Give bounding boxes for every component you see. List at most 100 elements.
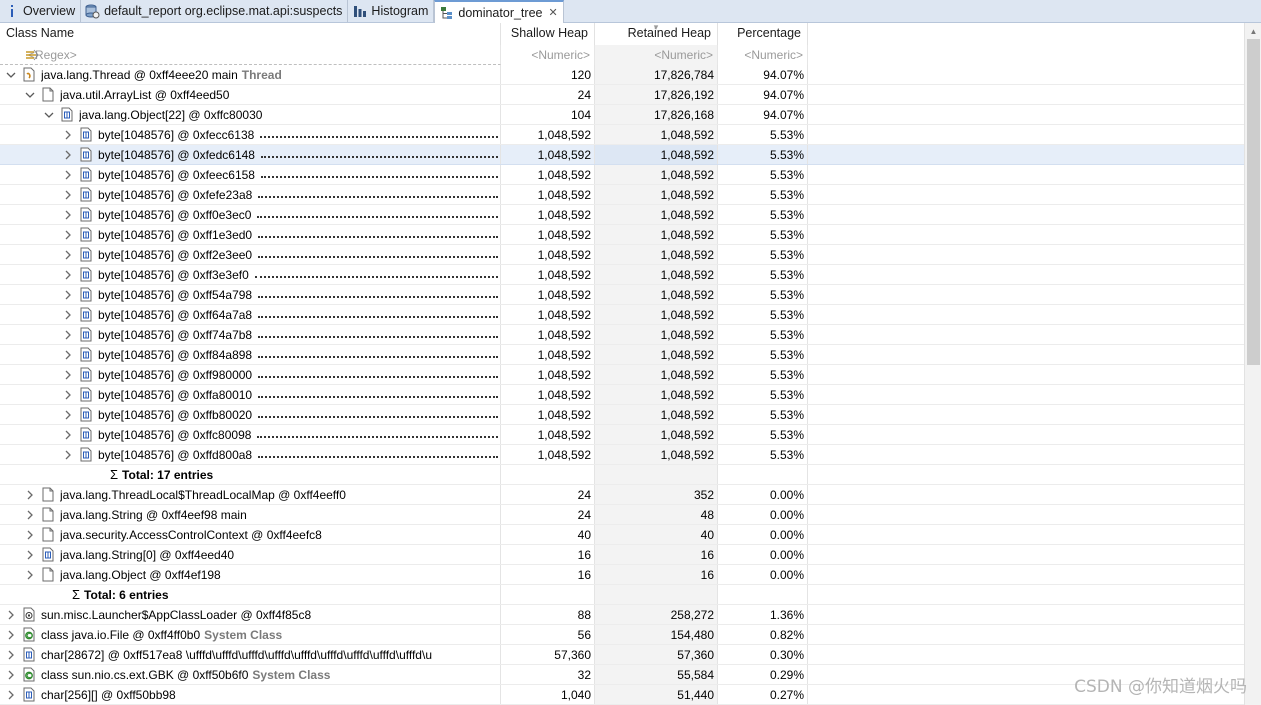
column-header-retained-heap[interactable]: ▾ Retained Heap [595,23,718,45]
chevron-right-icon[interactable] [63,425,73,444]
chevron-right-icon[interactable] [6,685,16,704]
chevron-right-icon[interactable] [25,505,35,524]
object-label: java.lang.String[0] @ 0xff4eed40 [60,547,235,562]
tree-row[interactable]: byte[1048576] @ 0xff64a7a8 1,048,592 1,048… [0,305,1244,325]
tree-row[interactable]: java.security.AccessControlContext @ 0xf… [0,525,1244,545]
chevron-right-icon[interactable] [63,445,73,464]
total-row[interactable]: Σ Total: 17 entries [0,465,1244,485]
tree-row[interactable]: byte[1048576] @ 0xfedc6148 1,048,592 1,048… [0,145,1244,165]
chevron-down-icon[interactable] [6,65,16,84]
shallow-filter-input[interactable]: <Numeric> [501,45,595,65]
chevron-right-icon[interactable] [63,205,73,224]
chevron-right-icon[interactable] [63,345,73,364]
array-icon [79,147,93,163]
tree-row[interactable]: class sun.nio.cs.ext.GBK @ 0xff50b6f0 Sys… [0,665,1244,685]
tree-row[interactable]: byte[1048576] @ 0xfeec6158 1,048,592 1,048… [0,165,1244,185]
scroll-up-icon[interactable]: ▲ [1245,23,1261,39]
object-label: byte[1048576] @ 0xff980000 [98,367,253,382]
chevron-right-icon[interactable] [6,665,16,684]
class-name-cell: byte[1048576] @ 0xff3e3ef0 [0,265,501,284]
vertical-scrollbar[interactable]: ▲ [1244,23,1261,705]
chevron-right-icon[interactable] [25,485,35,504]
column-header-class-name[interactable]: Class Name [0,23,501,45]
tree-row[interactable]: char[28672] @ 0xff517ea8 \ufffd\ufffd\uf… [0,645,1244,665]
row-filler [808,405,1244,424]
content-preview-dots [258,228,498,238]
tree-row[interactable]: java.lang.ThreadLocal$ThreadLocalMap @ 0… [0,485,1244,505]
chevron-right-icon[interactable] [63,305,73,324]
regex-filter-input[interactable]: <Regex> [0,45,501,65]
percentage-cell: 5.53% [718,265,808,284]
tree-row[interactable]: java.lang.String @ 0xff4eef98 main 24 48 0.… [0,505,1244,525]
tab-histogram[interactable]: Histogram [348,0,435,22]
tree-row[interactable]: java.lang.String[0] @ 0xff4eed40 16 16 0.00… [0,545,1244,565]
close-icon[interactable]: ✕ [548,6,557,19]
chevron-right-icon[interactable] [6,605,16,624]
retained-heap-cell: 1,048,592 [595,325,718,344]
object-label: char[256][] @ 0xff50bb98 [41,687,176,702]
tree-row[interactable]: byte[1048576] @ 0xfecc6138 1,048,592 1,048… [0,125,1244,145]
tree-row[interactable]: byte[1048576] @ 0xffb80020 1,048,592 1,048… [0,405,1244,425]
tree-row[interactable]: byte[1048576] @ 0xff3e3ef0 1,048,592 1,048… [0,265,1244,285]
array-icon [79,307,93,323]
tree-row[interactable]: java.lang.Object @ 0xff4ef198 16 16 0.00% [0,565,1244,585]
chevron-right-icon[interactable] [63,325,73,344]
object-label: byte[1048576] @ 0xff64a7a8 [98,307,253,322]
chevron-down-icon[interactable] [44,105,54,124]
tree-row[interactable]: byte[1048576] @ 0xff0e3ec0 1,048,592 1,048… [0,205,1244,225]
column-header-percentage[interactable]: Percentage [718,23,808,45]
tree-row[interactable]: byte[1048576] @ 0xff1e3ed0 1,048,592 1,048… [0,225,1244,245]
tab-label: default_report org.eclipse.mat.api:suspe… [104,4,343,18]
row-filler [808,145,1244,164]
row-filler [808,305,1244,324]
chevron-right-icon[interactable] [63,385,73,404]
total-row[interactable]: Σ Total: 6 entries [0,585,1244,605]
retained-filter-input[interactable]: <Numeric> [595,45,718,65]
chevron-right-icon[interactable] [63,145,73,164]
object-label: sun.misc.Launcher$AppClassLoader @ 0xff4… [41,607,312,622]
chevron-right-icon[interactable] [63,125,73,144]
chevron-right-icon[interactable] [63,165,73,184]
tree-row[interactable]: java.lang.Thread @ 0xff4eee20 main Thread… [0,65,1244,85]
column-header-shallow-heap[interactable]: Shallow Heap [501,23,595,45]
scrollbar-thumb[interactable] [1247,39,1260,365]
tree-row[interactable]: java.util.ArrayList @ 0xff4eed50 24 17,826… [0,85,1244,105]
tree-row[interactable]: byte[1048576] @ 0xff74a7b8 1,048,592 1,048… [0,325,1244,345]
chevron-right-icon[interactable] [63,185,73,204]
chevron-down-icon[interactable] [25,85,35,104]
class-name-cell: Σ Total: 6 entries [0,585,501,604]
chevron-right-icon[interactable] [63,225,73,244]
chevron-right-icon[interactable] [25,545,35,564]
percentage-cell: 0.30% [718,645,808,664]
object-suffix: Thread [241,67,282,82]
chevron-right-icon[interactable] [63,265,73,284]
object-label: class java.io.File @ 0xff4ff0b0 [41,627,201,642]
chevron-right-icon[interactable] [6,625,16,644]
chevron-right-icon[interactable] [63,405,73,424]
tree-row[interactable]: char[256][] @ 0xff50bb98 1,040 51,440 0.27% [0,685,1244,705]
tree-row[interactable]: byte[1048576] @ 0xffc80098 1,048,592 1,048… [0,425,1244,445]
chevron-right-icon[interactable] [63,365,73,384]
chevron-right-icon[interactable] [25,525,35,544]
tree-row[interactable]: byte[1048576] @ 0xff2e3ee0 1,048,592 1,048… [0,245,1244,265]
chevron-right-icon[interactable] [63,285,73,304]
tab-default-report[interactable]: default_report org.eclipse.mat.api:suspe… [81,0,349,22]
tree-row[interactable]: byte[1048576] @ 0xff84a898 1,048,592 1,048… [0,345,1244,365]
row-filler [808,625,1244,644]
retained-heap-cell: 16 [595,545,718,564]
tree-row[interactable]: byte[1048576] @ 0xff54a798 1,048,592 1,048… [0,285,1244,305]
tree-row[interactable]: byte[1048576] @ 0xffd800a8 1,048,592 1,048… [0,445,1244,465]
tree-row[interactable]: byte[1048576] @ 0xff980000 1,048,592 1,048… [0,365,1244,385]
tree-row[interactable]: byte[1048576] @ 0xffa80010 1,048,592 1,048… [0,385,1244,405]
percentage-filter-input[interactable]: <Numeric> [718,45,808,65]
tree-row[interactable]: byte[1048576] @ 0xfefe23a8 1,048,592 1,048… [0,185,1244,205]
total-label: Total: 6 entries [84,587,169,602]
chevron-right-icon[interactable] [25,565,35,584]
chevron-right-icon[interactable] [6,645,16,664]
chevron-right-icon[interactable] [63,245,73,264]
tree-row[interactable]: class java.io.File @ 0xff4ff0b0 System Cl… [0,625,1244,645]
tree-row[interactable]: sun.misc.Launcher$AppClassLoader @ 0xff4… [0,605,1244,625]
tab-overview[interactable]: Overview [0,0,82,22]
tab-dominator-tree[interactable]: dominator_tree ✕ [434,0,564,23]
tree-row[interactable]: java.lang.Object[22] @ 0xffc80030 104 17,8… [0,105,1244,125]
